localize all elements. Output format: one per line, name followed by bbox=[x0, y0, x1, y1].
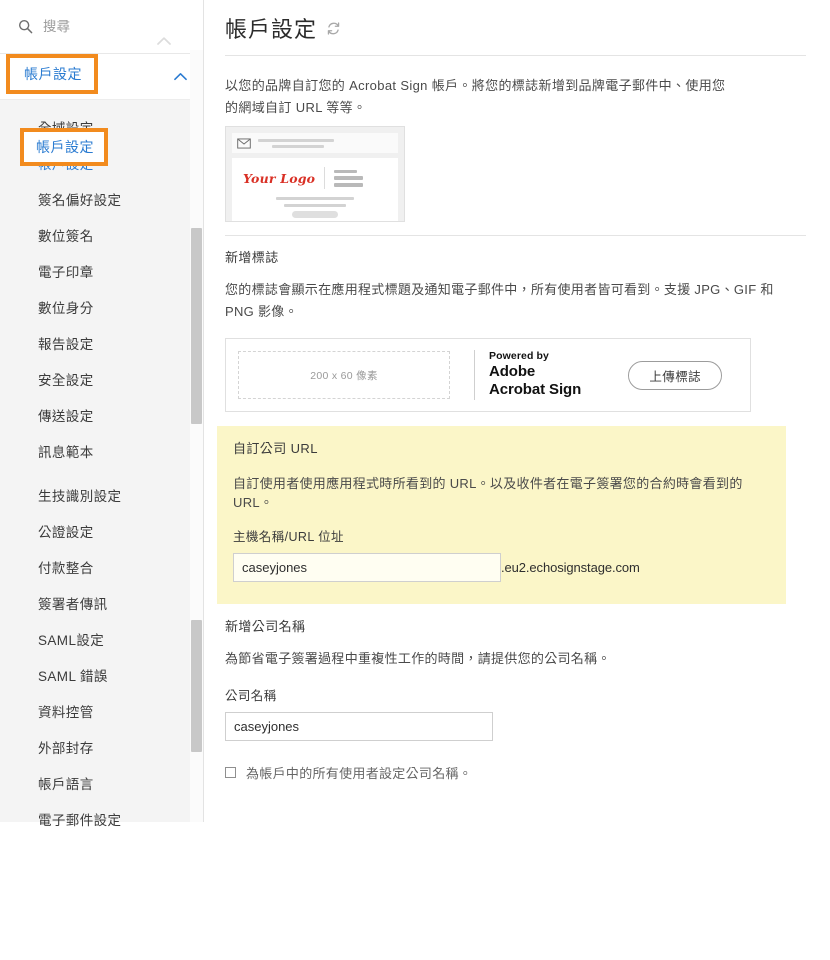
branded-email-preview: Your Logo bbox=[225, 126, 405, 222]
sidebar-item-digital-signature[interactable]: 數位簽名 bbox=[0, 217, 203, 253]
sidebar-item-biometric-settings[interactable]: 生技識別設定 bbox=[0, 477, 203, 513]
logo-dropzone-text: 200 x 60 像素 bbox=[310, 369, 378, 382]
sidebar-item-label: 安全設定 bbox=[38, 373, 94, 388]
email-preview-header bbox=[232, 133, 398, 153]
sidebar-item-label: 帳戶語言 bbox=[38, 777, 94, 792]
sidebar-item-signature-preferences[interactable]: 簽名偏好設定 bbox=[0, 181, 203, 217]
sidebar-item-label: SAML設定 bbox=[38, 633, 105, 648]
email-preview-divider bbox=[324, 167, 326, 189]
sidebar-item-label: 簽名偏好設定 bbox=[38, 193, 122, 208]
main-content: 帳戶設定 以您的品牌自訂您的 Acrobat Sign 帳戶。將您的標誌新增到品… bbox=[204, 0, 830, 960]
sidebar-item-label: 電子郵件設定 bbox=[38, 813, 122, 828]
logo-section-description: 您的標誌會顯示在應用程式標題及通知電子郵件中，所有使用者皆可看到。支援 JPG、… bbox=[225, 282, 774, 319]
sidebar-scrollbar-thumb-inner[interactable] bbox=[191, 620, 202, 752]
hostname-field-row: .eu2.echosignstage.com bbox=[233, 553, 772, 582]
custom-company-url-section: 自訂公司 URL 自訂使用者使用應用程式時所看到的 URL。以及收件者在電子簽署… bbox=[217, 426, 786, 604]
sidebar-item-message-templates[interactable]: 訊息範本 bbox=[0, 433, 203, 469]
sidebar-item-label: 外部封存 bbox=[38, 741, 94, 756]
sidebar-item-label: 訊息範本 bbox=[38, 445, 94, 460]
sidebar-item-label: 傳送設定 bbox=[38, 409, 94, 424]
sidebar-item-label: 付款整合 bbox=[38, 561, 94, 576]
company-section-title: 新增公司名稱 bbox=[225, 619, 306, 634]
set-company-name-for-all-row[interactable]: 為帳戶中的所有使用者設定公司名稱。 bbox=[225, 763, 806, 782]
your-logo-text: Your Logo bbox=[243, 170, 316, 186]
logo-upload-card: 200 x 60 像素 Powered by Adobe Acrobat Sig… bbox=[225, 338, 751, 412]
title-divider bbox=[225, 55, 806, 56]
company-name-section: 新增公司名稱 為節省電子簽署過程中重複性工作的時間，請提供您的公司名稱。 公司名… bbox=[225, 616, 806, 782]
settings-sidebar: 帳戶設定 全域設定 帳戶設定 簽名偏好設定 數位簽名 電子印章 數位身分 報告設… bbox=[0, 0, 204, 828]
logo-dropzone[interactable]: 200 x 60 像素 bbox=[238, 351, 450, 399]
sidebar-item-label: 報告設定 bbox=[38, 337, 94, 352]
sidebar-item-signer-messaging[interactable]: 簽署者傳訊 bbox=[0, 585, 203, 621]
sidebar-item-security-settings[interactable]: 安全設定 bbox=[0, 361, 203, 397]
url-section-description: 自訂使用者使用應用程式時所看到的 URL。以及收件者在電子簽署您的合約時會看到的… bbox=[233, 476, 743, 510]
company-name-input[interactable] bbox=[225, 712, 493, 741]
company-section-description: 為節省電子簽署過程中重複性工作的時間，請提供您的公司名稱。 bbox=[225, 651, 611, 666]
sidebar-item-saml-settings[interactable]: SAML設定 bbox=[0, 621, 203, 657]
envelope-icon bbox=[237, 137, 251, 149]
sidebar-item-digital-identity[interactable]: 數位身分 bbox=[0, 289, 203, 325]
search-input[interactable] bbox=[43, 19, 163, 34]
sidebar-item-label: 電子印章 bbox=[38, 265, 94, 280]
sidebar-item-label: 簽署者傳訊 bbox=[38, 597, 108, 612]
chevron-up-ghost-icon bbox=[157, 37, 171, 45]
hostname-input[interactable] bbox=[233, 553, 501, 582]
highlight-box-accordion[interactable]: 帳戶設定 bbox=[6, 54, 98, 94]
url-section-title: 自訂公司 URL bbox=[233, 441, 318, 456]
sidebar-item-report-settings[interactable]: 報告設定 bbox=[0, 325, 203, 361]
email-preview-body: Your Logo bbox=[232, 158, 398, 221]
sidebar-scrollbar-thumb-outer[interactable] bbox=[191, 228, 202, 424]
sidebar-item-send-settings[interactable]: 傳送設定 bbox=[0, 397, 203, 433]
sidebar-item-label: SAML 錯誤 bbox=[38, 669, 108, 684]
sidebar-item-label: 數位身分 bbox=[38, 301, 94, 316]
logo-card-divider bbox=[474, 350, 475, 400]
email-preview-header-lines bbox=[258, 138, 334, 148]
url-domain-suffix: .eu2.echosignstage.com bbox=[501, 560, 640, 575]
brand-acrobat-sign: Acrobat Sign bbox=[489, 381, 582, 399]
powered-by-label: Powered by bbox=[489, 350, 549, 363]
sidebar-item-label: 公證設定 bbox=[38, 525, 94, 540]
intro-text: 以您的品牌自訂您的 Acrobat Sign 帳戶。將您的標誌新增到品牌電子郵件… bbox=[225, 78, 726, 115]
search-icon bbox=[18, 19, 33, 34]
brand-adobe: Adobe bbox=[489, 363, 536, 381]
sidebar-item-account-language[interactable]: 帳戶語言 bbox=[0, 765, 203, 801]
set-company-name-checkbox[interactable] bbox=[225, 767, 236, 778]
sidebar-item-saml-errors[interactable]: SAML 錯誤 bbox=[0, 657, 203, 693]
app-root: 帳戶設定 全域設定 帳戶設定 簽名偏好設定 數位簽名 電子印章 數位身分 報告設… bbox=[0, 0, 830, 960]
sidebar-item-label: 資料控管 bbox=[38, 705, 94, 720]
sidebar-search-row[interactable] bbox=[0, 0, 203, 54]
chevron-up-icon[interactable] bbox=[174, 72, 187, 81]
sidebar-item-external-archive[interactable]: 外部封存 bbox=[0, 729, 203, 765]
highlight-box-account-settings-item[interactable]: 帳戶設定 bbox=[20, 128, 108, 166]
email-preview-logo-row: Your Logo bbox=[243, 167, 387, 189]
email-preview-button bbox=[292, 211, 338, 218]
email-preview-text-lines bbox=[334, 169, 364, 187]
powered-by-adobe-block: Powered by Adobe Acrobat Sign bbox=[489, 350, 581, 399]
sidebar-item-notary-settings[interactable]: 公證設定 bbox=[0, 513, 203, 549]
sidebar-item-email-settings[interactable]: 電子郵件設定 bbox=[0, 801, 203, 837]
sidebar-item-data-governance[interactable]: 資料控管 bbox=[0, 693, 203, 729]
highlight-accordion-label: 帳戶設定 bbox=[24, 66, 82, 82]
highlight-item-label: 帳戶設定 bbox=[36, 139, 94, 155]
hostname-field-label: 主機名稱/URL 位址 bbox=[233, 530, 344, 544]
sidebar-item-label: 數位簽名 bbox=[38, 229, 94, 244]
sidebar-nav-list: 全域設定 帳戶設定 簽名偏好設定 數位簽名 電子印章 數位身分 報告設定 安全設… bbox=[0, 100, 203, 843]
sidebar-item-label: 生技識別設定 bbox=[38, 489, 122, 504]
logo-section-divider bbox=[225, 235, 806, 236]
page-title-row: 帳戶設定 bbox=[225, 0, 806, 44]
upload-logo-button[interactable]: 上傳標誌 bbox=[628, 360, 722, 390]
refresh-icon[interactable] bbox=[326, 21, 341, 36]
set-company-name-checkbox-label: 為帳戶中的所有使用者設定公司名稱。 bbox=[246, 766, 473, 781]
page-title: 帳戶設定 bbox=[225, 17, 318, 42]
logo-section-title: 新增標誌 bbox=[225, 250, 279, 265]
email-preview-footer bbox=[243, 197, 387, 218]
sidebar-item-payment-integration[interactable]: 付款整合 bbox=[0, 549, 203, 585]
company-name-field-label: 公司名稱 bbox=[225, 689, 277, 703]
sidebar-item-electronic-seal[interactable]: 電子印章 bbox=[0, 253, 203, 289]
